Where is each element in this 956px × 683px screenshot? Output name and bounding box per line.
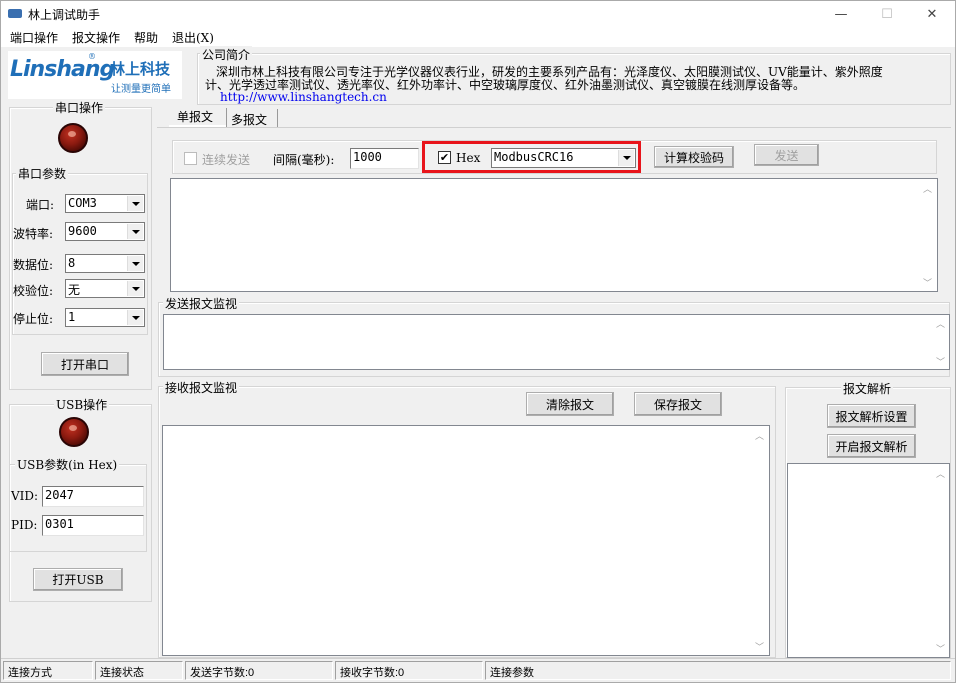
company-intro-legend: 公司简介	[200, 46, 253, 63]
usb-legend: USB操作	[54, 396, 110, 413]
usb-params-legend: USB参数(in Hex)	[15, 456, 120, 473]
send-button[interactable]: 发送	[754, 144, 819, 166]
databits-value: 8	[68, 256, 76, 270]
tab-divider	[277, 109, 278, 127]
scroll-up-icon[interactable]: ︿	[923, 182, 932, 195]
save-messages-button[interactable]: 保存报文	[634, 392, 722, 416]
status-received-bytes: 接收字节数:0	[335, 661, 483, 680]
tab-single-message[interactable]: 单报文	[173, 106, 217, 127]
status-connection-mode: 连接方式	[3, 661, 93, 680]
tab-strip-border	[157, 127, 951, 128]
scroll-down-icon[interactable]: ﹀	[936, 642, 945, 655]
scroll-up-icon[interactable]: ︿	[936, 317, 945, 330]
parity-label: 校验位:	[13, 284, 54, 298]
menu-bar: 端口操作 报文操作 帮助 退出(X)	[1, 27, 955, 47]
serial-port-legend: 串口操作	[53, 99, 106, 116]
chevron-down-icon[interactable]	[127, 196, 143, 211]
pid-input[interactable]: 0301	[42, 515, 144, 536]
interval-label: 间隔(毫秒):	[273, 153, 335, 167]
send-monitor-area[interactable]: ︿ ﹀	[163, 314, 950, 370]
title-bar: 林上调试助手 — ☐ ✕	[1, 1, 955, 27]
maximize-icon[interactable]: ☐	[864, 1, 910, 27]
port-label: 端口:	[26, 198, 55, 212]
baud-label: 波特率:	[13, 227, 54, 241]
scroll-down-icon[interactable]: ﹀	[923, 276, 932, 289]
checksum-select[interactable]: ModbusCRC16	[491, 148, 636, 168]
menu-exit[interactable]: 退出(X)	[172, 29, 214, 46]
logo-brand: Linshang	[10, 57, 115, 82]
interval-input[interactable]: 1000	[350, 148, 419, 169]
window-title: 林上调试助手	[28, 8, 101, 22]
menu-message-ops[interactable]: 报文操作	[72, 29, 120, 46]
hex-checkbox[interactable]: ✔	[438, 151, 451, 164]
stopbits-value: 1	[68, 310, 76, 324]
receive-monitor-area[interactable]: ︿ ﹀	[162, 425, 770, 656]
enable-parse-button[interactable]: 开启报文解析	[827, 434, 916, 458]
baud-value: 9600	[68, 224, 97, 238]
send-message-editor[interactable]: ︿ ﹀	[170, 178, 938, 292]
clear-messages-button[interactable]: 清除报文	[526, 392, 614, 416]
pid-label: PID:	[11, 518, 38, 532]
databits-label: 数据位:	[13, 258, 54, 272]
baud-select[interactable]: 9600	[65, 222, 145, 241]
vid-input[interactable]: 2047	[42, 486, 144, 507]
vid-label: VID:	[11, 489, 39, 503]
serial-status-led	[58, 123, 88, 153]
chevron-down-icon[interactable]	[127, 281, 143, 296]
status-connection-state: 连接状态	[95, 661, 183, 680]
close-icon[interactable]: ✕	[909, 1, 955, 27]
scroll-up-icon[interactable]: ︿	[936, 467, 945, 480]
status-sent-bytes: 发送字节数:0	[185, 661, 333, 680]
checksum-value: ModbusCRC16	[494, 150, 574, 164]
logo-registered: ®	[88, 52, 96, 61]
hex-label: Hex	[456, 151, 481, 165]
parse-settings-button[interactable]: 报文解析设置	[827, 404, 916, 428]
chevron-down-icon[interactable]	[127, 256, 143, 271]
company-url-link[interactable]: http://www.linshangtech.cn	[220, 90, 387, 104]
open-serial-button[interactable]: 打开串口	[41, 352, 129, 376]
company-logo: Linshang ® 林上科技 让测量更简单	[8, 51, 182, 99]
scroll-down-icon[interactable]: ﹀	[755, 640, 764, 653]
receive-monitor-legend: 接收报文监视	[163, 379, 240, 396]
menu-help[interactable]: 帮助	[134, 29, 158, 46]
chevron-down-icon[interactable]	[618, 150, 634, 166]
logo-company-cn: 林上科技	[110, 60, 171, 78]
chevron-down-icon[interactable]	[127, 224, 143, 239]
stopbits-select[interactable]: 1	[65, 308, 145, 327]
app-window: 林上调试助手 — ☐ ✕ 端口操作 报文操作 帮助 退出(X) Linshang…	[0, 0, 956, 683]
chevron-down-icon[interactable]	[127, 310, 143, 325]
databits-select[interactable]: 8	[65, 254, 145, 273]
parse-result-area[interactable]: ︿ ﹀	[787, 463, 950, 658]
logo-slogan: 让测量更简单	[111, 84, 171, 95]
continuous-send-checkbox[interactable]	[184, 152, 197, 165]
scroll-up-icon[interactable]: ︿	[755, 429, 764, 442]
port-value: COM3	[68, 196, 97, 210]
send-monitor-legend: 发送报文监视	[163, 295, 240, 312]
parse-legend: 报文解析	[841, 380, 894, 397]
continuous-send-label: 连续发送	[202, 153, 251, 167]
app-icon	[8, 9, 22, 18]
serial-params-legend: 串口参数	[16, 165, 69, 182]
minimize-icon[interactable]: —	[818, 1, 864, 27]
parity-value: 无	[68, 283, 81, 297]
usb-status-led	[59, 417, 89, 447]
open-usb-button[interactable]: 打开USB	[33, 568, 123, 591]
scroll-down-icon[interactable]: ﹀	[936, 355, 945, 368]
stopbits-label: 停止位:	[13, 312, 54, 326]
status-bar: 连接方式 连接状态 发送字节数:0 接收字节数:0 连接参数	[1, 658, 955, 682]
calc-checksum-button[interactable]: 计算校验码	[654, 146, 734, 168]
usb-params-group	[9, 464, 147, 552]
parity-select[interactable]: 无	[65, 279, 145, 298]
status-connection-params: 连接参数	[485, 661, 951, 680]
port-select[interactable]: COM3	[65, 194, 145, 213]
menu-port-ops[interactable]: 端口操作	[10, 29, 58, 46]
